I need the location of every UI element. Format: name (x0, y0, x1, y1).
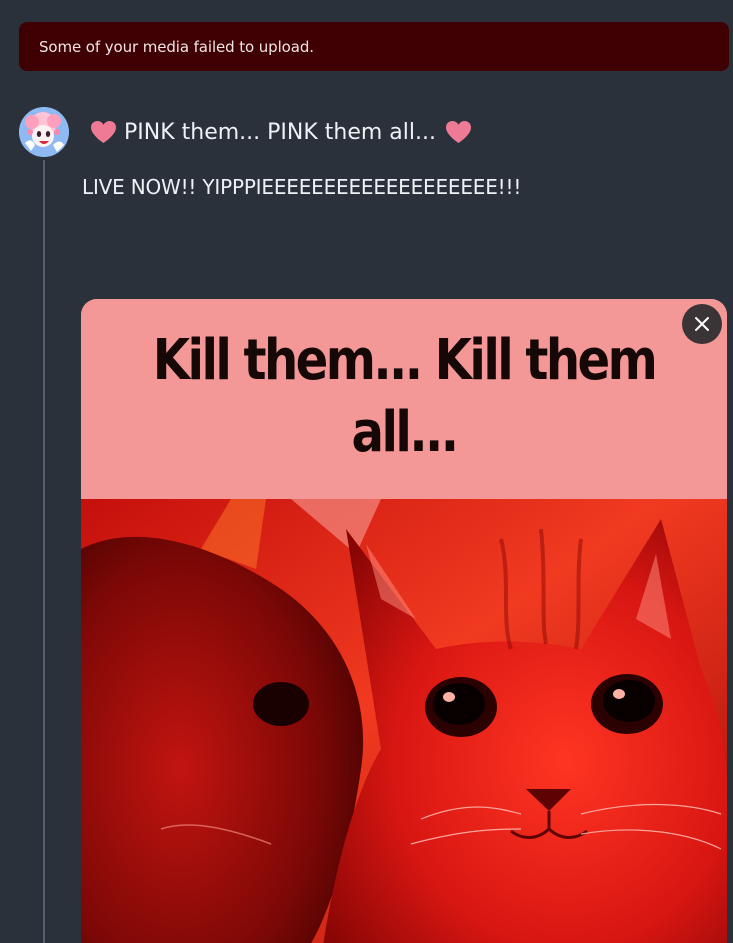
upload-error-message: Some of your media failed to upload. (39, 37, 314, 56)
close-icon (695, 317, 709, 331)
author-display-name[interactable]: PINK them... PINK them all... (90, 115, 472, 149)
heart-icon (446, 121, 471, 143)
remove-media-button[interactable] (682, 304, 722, 344)
thread-line (43, 160, 45, 943)
cat-meme-image (81, 499, 727, 943)
post-composer-page: Some of your media failed to upload. PIN… (0, 0, 733, 943)
meme-caption-area: Kill them... Kill them all... (81, 299, 727, 499)
author-name-text: PINK them... PINK them all... (124, 119, 436, 145)
post-body-text[interactable]: LIVE NOW!! YIPPPIEEEEEEEEEEEEEEEEEEE!!! (82, 175, 521, 199)
avatar[interactable] (19, 107, 69, 157)
upload-error-banner: Some of your media failed to upload. (19, 22, 729, 71)
attached-media-card[interactable]: Kill them... Kill them all... (81, 299, 727, 943)
avatar-icon (19, 107, 69, 157)
meme-caption-text: Kill them... Kill them all... (152, 328, 658, 465)
heart-icon (91, 121, 116, 143)
